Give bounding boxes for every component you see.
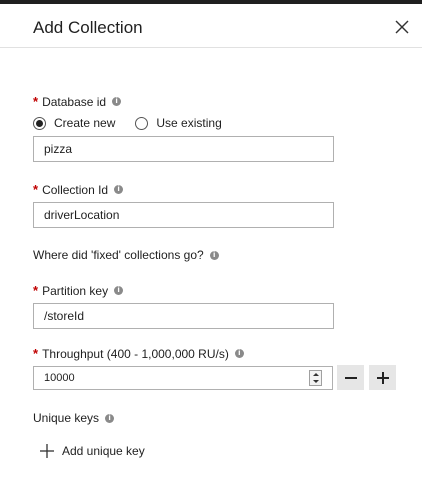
top-bar	[0, 0, 422, 4]
radio-create-new[interactable]: Create new	[33, 116, 115, 130]
database-id-input[interactable]	[33, 136, 334, 162]
partition-key-label: Partition key	[42, 283, 109, 298]
throughput-field	[33, 366, 333, 390]
info-icon[interactable]: i	[114, 185, 124, 194]
close-button[interactable]	[392, 17, 412, 37]
chevron-down-icon	[312, 380, 319, 383]
header-divider	[0, 47, 422, 48]
radio-use-existing[interactable]: Use existing	[135, 116, 222, 130]
spinner	[309, 370, 322, 386]
unique-keys-label-row: Unique keys i	[33, 411, 115, 425]
close-icon	[395, 20, 409, 34]
radio-unselected-icon	[135, 116, 149, 130]
database-radio-group: Create new Use existing	[33, 116, 242, 130]
increment-button[interactable]	[369, 365, 396, 390]
add-unique-key-label: Add unique key	[62, 444, 145, 458]
spin-down-button[interactable]	[310, 378, 321, 385]
add-unique-key-button[interactable]: Add unique key	[40, 444, 145, 458]
plus-icon	[376, 371, 389, 384]
spin-up-button[interactable]	[310, 371, 321, 378]
decrement-button[interactable]	[337, 365, 364, 390]
collection-id-label-row: * Collection Id i	[33, 182, 124, 197]
unique-keys-label: Unique keys	[33, 411, 100, 425]
partition-key-label-row: * Partition key i	[33, 283, 124, 298]
info-icon[interactable]: i	[234, 349, 244, 358]
add-icon	[40, 444, 54, 458]
radio-selected-icon	[33, 116, 46, 130]
panel-title: Add Collection	[33, 18, 143, 37]
info-icon[interactable]: i	[105, 413, 115, 423]
collection-id-input[interactable]	[33, 202, 334, 228]
fixed-collections-row: Where did 'fixed' collections go? i	[33, 248, 219, 262]
collection-id-label: Collection Id	[42, 182, 109, 197]
chevron-up-icon	[312, 373, 319, 376]
minus-icon	[344, 376, 357, 379]
database-id-label-row: * Database id i	[33, 94, 122, 109]
database-id-label: Database id	[42, 94, 107, 109]
throughput-input[interactable]	[34, 367, 304, 389]
info-icon[interactable]: i	[114, 286, 124, 295]
info-icon[interactable]: i	[209, 250, 219, 260]
radio-use-existing-label: Use existing	[156, 116, 222, 130]
partition-key-input[interactable]	[33, 303, 334, 329]
throughput-label: Throughput (400 - 1,000,000 RU/s)	[42, 346, 229, 361]
required-marker: *	[33, 94, 39, 109]
required-marker: *	[33, 346, 39, 361]
throughput-label-row: * Throughput (400 - 1,000,000 RU/s) i	[33, 346, 244, 361]
radio-create-new-label: Create new	[54, 116, 116, 130]
required-marker: *	[33, 182, 39, 197]
fixed-collections-label: Where did 'fixed' collections go?	[33, 248, 204, 262]
info-icon[interactable]: i	[112, 97, 122, 106]
required-marker: *	[33, 283, 39, 298]
